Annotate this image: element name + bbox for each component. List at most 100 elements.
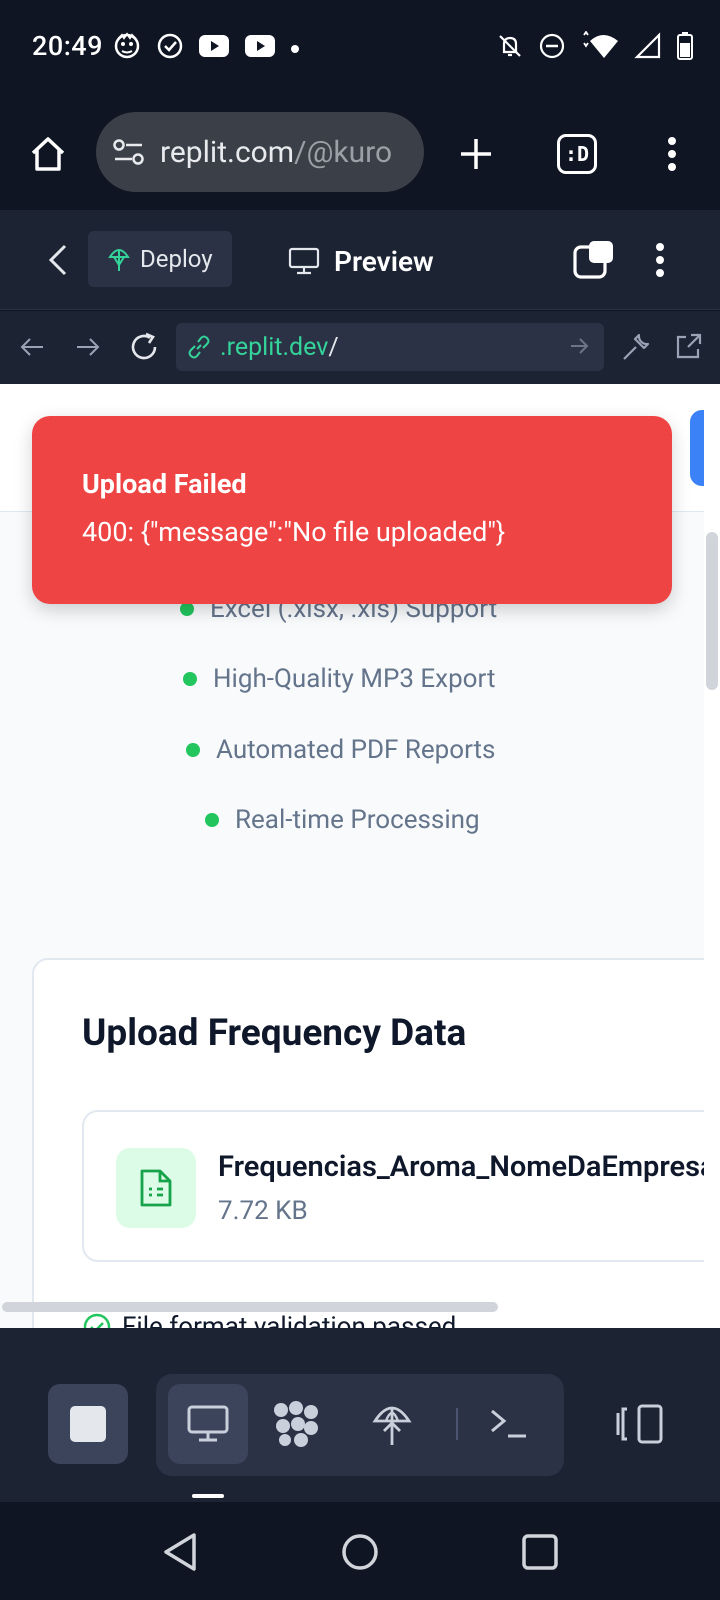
preview-forward-button[interactable] [66,325,110,369]
wrench-icon [623,333,650,360]
uploaded-file-item[interactable]: Frequencias_Aroma_NomeDaEmpresa 7.72 KB [82,1110,720,1262]
agent-icon [274,1401,318,1447]
bullet-dot-icon [186,743,200,757]
reload-icon [131,332,157,360]
status-bar: 20:49 [0,0,720,96]
url-host: replit.com [160,134,295,170]
more-vert-icon [656,243,664,277]
error-toast[interactable]: Upload Failed 400: {"message":"No file u… [32,416,672,604]
bell-off-icon [496,32,524,64]
address-bar[interactable]: replit.com/@kuro [96,112,424,192]
preview-back-button[interactable] [10,325,54,369]
nav-back-button[interactable] [150,1522,210,1582]
preview-url-field[interactable]: .replit.dev/ [176,323,604,371]
replit-bottom-toolbar [0,1328,720,1502]
validation-status: File format validation passed [82,1312,456,1328]
toolbar-divider [456,1408,458,1440]
preview-url-domain: .replit.dev [220,332,329,362]
tool-deploy-button[interactable] [352,1384,432,1464]
status-time: 20:49 [32,30,104,62]
deploy-label: Deploy [140,245,213,273]
toast-message: 400: {"message":"No file uploaded"} [82,516,506,548]
chevron-left-icon [48,244,67,276]
split-panel-icon [616,1404,663,1444]
square-recents-icon [522,1534,558,1570]
tab-preview[interactable]: Preview [288,236,434,286]
home-button[interactable] [22,128,74,180]
tool-tabs [156,1374,564,1476]
deploy-button[interactable]: Deploy [88,231,232,287]
circle-home-icon [342,1534,378,1570]
stop-button[interactable] [48,1384,128,1464]
nav-recents-button[interactable] [510,1522,570,1582]
go-arrow-icon[interactable] [568,335,590,357]
dot-icon [290,39,300,58]
youtube-icon [244,34,276,62]
open-external-button[interactable] [666,325,710,369]
browser-menu-button[interactable] [650,126,694,182]
dnd-icon [538,32,566,64]
list-item: High-Quality MP3 Export [183,664,495,694]
spreadsheet-file-icon [116,1148,196,1228]
new-tab-button[interactable] [448,126,504,182]
deploy-icon [108,249,130,271]
file-size: 7.72 KB [218,1196,308,1226]
bullet-dot-icon [205,813,219,827]
preview-url-text: .replit.dev/ [220,333,339,362]
triangle-back-icon [164,1533,196,1571]
monitor-icon [187,1405,229,1442]
panel-layout-button[interactable] [600,1384,680,1464]
vertical-scroll-track [704,384,720,1328]
preview-url-bar: .replit.dev/ [0,311,720,384]
tool-preview-button[interactable] [168,1384,248,1464]
vertical-scrollbar[interactable] [706,532,718,690]
tool-agent-button[interactable] [256,1384,336,1464]
deploy-icon [372,1406,412,1445]
link-icon [188,335,210,359]
feature-text: Automated PDF Reports [216,735,496,765]
validation-text: File format validation passed [122,1312,457,1328]
replit-menu-button[interactable] [640,234,680,286]
devtools-button[interactable] [614,325,658,369]
mascot-icon [112,31,142,65]
new-pane-button[interactable] [568,234,620,286]
list-item: Automated PDF Reports [186,735,495,765]
list-item: Real-time Processing [205,805,480,835]
upload-card-title: Upload Frequency Data [82,1012,467,1055]
external-link-icon [676,333,702,359]
horizontal-scrollbar[interactable] [2,1302,498,1312]
nav-home-button[interactable] [330,1522,390,1582]
site-settings-icon[interactable] [112,136,146,172]
battery-icon [676,31,694,65]
terminal-icon [491,1409,526,1438]
bullet-dot-icon [180,602,194,616]
signal-icon [634,32,662,64]
upload-card: Upload Frequency Data Frequencias_Aroma_… [32,958,720,1328]
status-left-icons [112,30,300,66]
replit-header: Deploy Preview [0,210,720,310]
browser-toolbar: replit.com/@kuro :D [0,96,720,210]
check-circle-icon [83,1313,111,1328]
system-navigation-bar [0,1502,720,1600]
youtube-icon [198,34,230,62]
arrow-left-icon [20,338,43,356]
tool-shell-button[interactable] [470,1384,550,1464]
back-button[interactable] [38,234,78,286]
tab-switcher-button[interactable]: :D [551,128,603,180]
plus-icon [461,139,491,169]
stop-icon [70,1406,106,1442]
more-vert-icon [668,137,676,171]
file-name: Frequencias_Aroma_NomeDaEmpresa [218,1150,716,1184]
preview-url-path: / [328,332,339,362]
preview-reload-button[interactable] [122,325,166,369]
preview-label: Preview [334,244,434,278]
active-tab-indicator [192,1494,224,1498]
url-path: /@kuro [294,134,393,170]
toast-title: Upload Failed [82,468,247,500]
bullet-dot-icon [183,672,197,686]
home-icon [31,137,65,171]
feature-text: High-Quality MP3 Export [213,664,496,694]
arrow-right-icon [77,338,100,356]
status-right-icons [496,30,694,66]
copy-tab-icon [573,241,613,279]
